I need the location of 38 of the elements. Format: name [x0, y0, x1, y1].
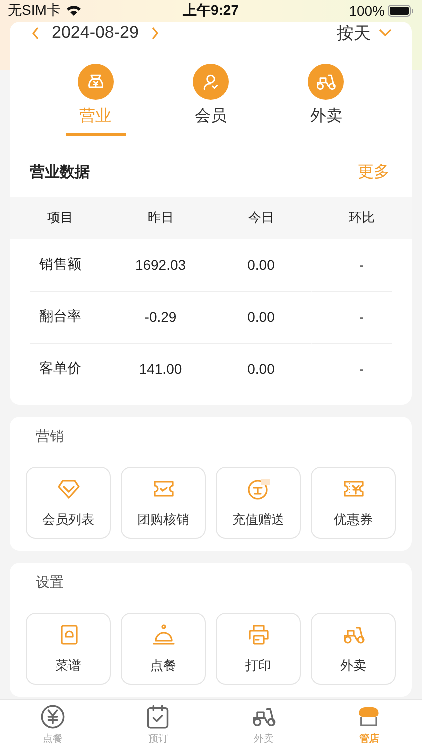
shortcut-button[interactable]: 会员列表: [26, 467, 111, 539]
carrier-label: 无SIM卡: [8, 2, 61, 20]
date-label: 2024-08-29: [52, 23, 139, 43]
table-cell: -0.29: [110, 291, 211, 343]
table-cell: 1692.03: [110, 239, 211, 291]
table-cell: 销售额: [10, 239, 110, 291]
column-header: 今日: [211, 197, 312, 239]
shortcut-button[interactable]: 打印: [216, 613, 301, 685]
shortcut-button[interactable]: 充值赠送: [216, 467, 301, 539]
printer-icon: [246, 623, 270, 647]
battery-percent: 100%: [349, 3, 385, 19]
section-title: 营业数据: [30, 163, 91, 182]
table-cell: 0.00: [211, 291, 312, 343]
wifi-icon: [66, 5, 82, 17]
column-header: 环比: [312, 197, 412, 239]
shortcut-button[interactable]: 菜谱: [26, 613, 111, 685]
shortcut-button[interactable]: 外卖: [311, 613, 396, 685]
shortcut-button[interactable]: 优惠券: [311, 467, 396, 539]
category-tab[interactable]: 会员: [180, 64, 241, 136]
table-cell: 0.00: [211, 239, 312, 291]
category-tab[interactable]: 外卖: [296, 64, 356, 136]
previous-icon: [32, 26, 40, 40]
table-cell: -: [312, 239, 412, 291]
shortcut-button[interactable]: 团购核销: [121, 467, 206, 539]
food-cloche-icon: [152, 623, 176, 647]
chevron-down-icon: [379, 29, 392, 37]
period-selector[interactable]: 按天: [337, 22, 371, 44]
battery-icon: [388, 5, 414, 17]
section-title: 营销: [35, 427, 65, 445]
column-header: 项目: [10, 197, 110, 239]
gem-icon: [56, 477, 80, 501]
clock: 上午9:27: [182, 2, 240, 20]
column-header: 昨日: [110, 197, 211, 239]
next-icon: [150, 26, 159, 40]
calendar-check-icon: [145, 704, 172, 730]
shortcut-button[interactable]: 点餐: [121, 613, 206, 685]
yen-coin-icon: [40, 704, 66, 730]
section-title: 设置: [35, 573, 65, 591]
